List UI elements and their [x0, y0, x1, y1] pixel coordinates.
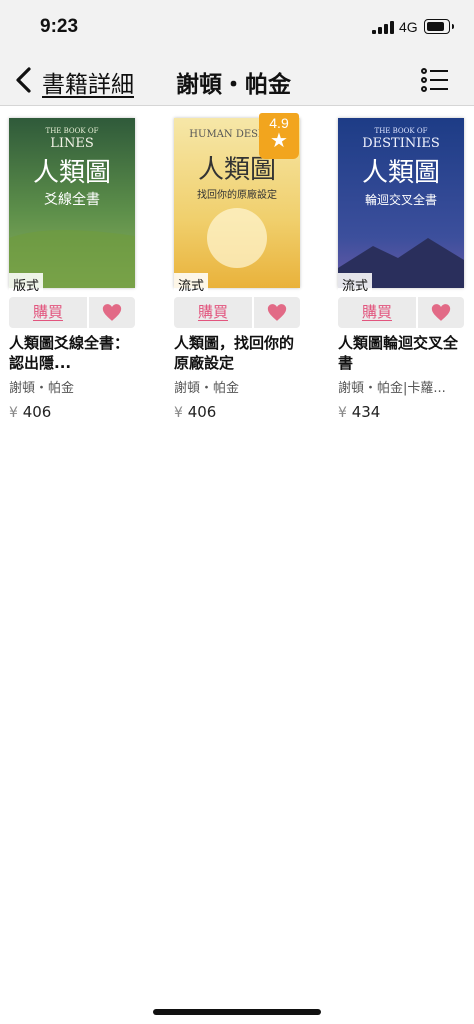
book-price: ¥ 434	[338, 403, 380, 421]
currency-symbol: ¥	[9, 405, 18, 421]
price-value: 434	[351, 403, 381, 421]
battery-icon	[424, 19, 454, 34]
price-value: 406	[187, 403, 217, 421]
cover-top-text: THE BOOK OF	[46, 127, 99, 135]
price-value: 406	[22, 403, 52, 421]
book-title[interactable]: 人類圖輪迴交叉全書	[338, 333, 468, 373]
book-author: 謝頓・帕金|卡蘿...	[338, 381, 446, 396]
nav-bar: 書籍詳細 謝頓・帕金	[0, 54, 474, 106]
book-price: ¥ 406	[174, 403, 216, 421]
cover-main-title: 人類圖	[198, 155, 276, 185]
cover-main-title: 人類圖	[362, 158, 440, 188]
book-card[interactable]: HUMAN DESIGN 人類圖 找回你的原廠設定 4.9 ★ 流式 購買 人類…	[174, 113, 304, 421]
book-author: 謝頓・帕金	[174, 381, 240, 396]
buy-button[interactable]: 購買	[174, 297, 252, 328]
favorite-button[interactable]	[254, 297, 300, 328]
book-cover[interactable]: THE BOOK OF LINES 人類圖 爻線全書	[9, 118, 135, 288]
book-card[interactable]: THE BOOK OF LINES 人類圖 爻線全書 版式 購買 人類圖爻線全書…	[9, 113, 139, 421]
currency-symbol: ¥	[174, 405, 183, 421]
book-cover[interactable]: THE BOOK OF DESTINIES 人類圖 輪迴交叉全書	[338, 118, 464, 288]
network-type: 4G	[399, 19, 418, 35]
cover-sub-title: 輪迴交叉全書	[365, 192, 437, 207]
book-card[interactable]: THE BOOK OF DESTINIES 人類圖 輪迴交叉全書 流式 購買 人…	[338, 113, 468, 421]
cover-sub-title: 爻線全書	[44, 191, 100, 208]
cover-big-text: DESTINIES	[362, 136, 440, 151]
cover-sub-title: 找回你的原廠設定	[197, 188, 277, 201]
book-title[interactable]: 人類圖爻線全書：認出隱...	[9, 333, 139, 373]
back-button[interactable]: 書籍詳細	[42, 65, 134, 99]
heart-icon	[102, 304, 122, 321]
format-badge: 流式	[338, 273, 373, 295]
cover-big-text: LINES	[50, 136, 94, 151]
buy-button[interactable]: 購買	[9, 297, 87, 328]
signal-icon	[372, 20, 394, 34]
currency-symbol: ¥	[338, 405, 347, 421]
status-time: 9:23	[40, 16, 79, 37]
cover-top-text: THE BOOK OF	[375, 127, 428, 135]
buy-button[interactable]: 購買	[338, 297, 416, 328]
status-bar: 9:23 4G	[0, 0, 474, 54]
book-author: 謝頓・帕金	[9, 381, 75, 396]
back-chevron-icon[interactable]	[12, 66, 38, 94]
favorite-button[interactable]	[89, 297, 135, 328]
favorite-button[interactable]	[418, 297, 464, 328]
home-indicator[interactable]	[153, 1009, 321, 1015]
star-icon: ★	[270, 128, 288, 152]
heart-icon	[431, 304, 451, 321]
heart-icon	[267, 304, 287, 321]
list-menu-icon[interactable]	[420, 66, 450, 94]
cover-main-title: 人類圖	[33, 158, 111, 188]
book-price: ¥ 406	[9, 403, 51, 421]
format-badge: 流式	[174, 273, 209, 295]
rating-badge: 4.9 ★	[259, 113, 299, 159]
book-title[interactable]: 人類圖，找回你的原廠設定	[174, 333, 304, 373]
format-badge: 版式	[9, 273, 44, 295]
page-title: 謝頓・帕金	[176, 72, 291, 98]
